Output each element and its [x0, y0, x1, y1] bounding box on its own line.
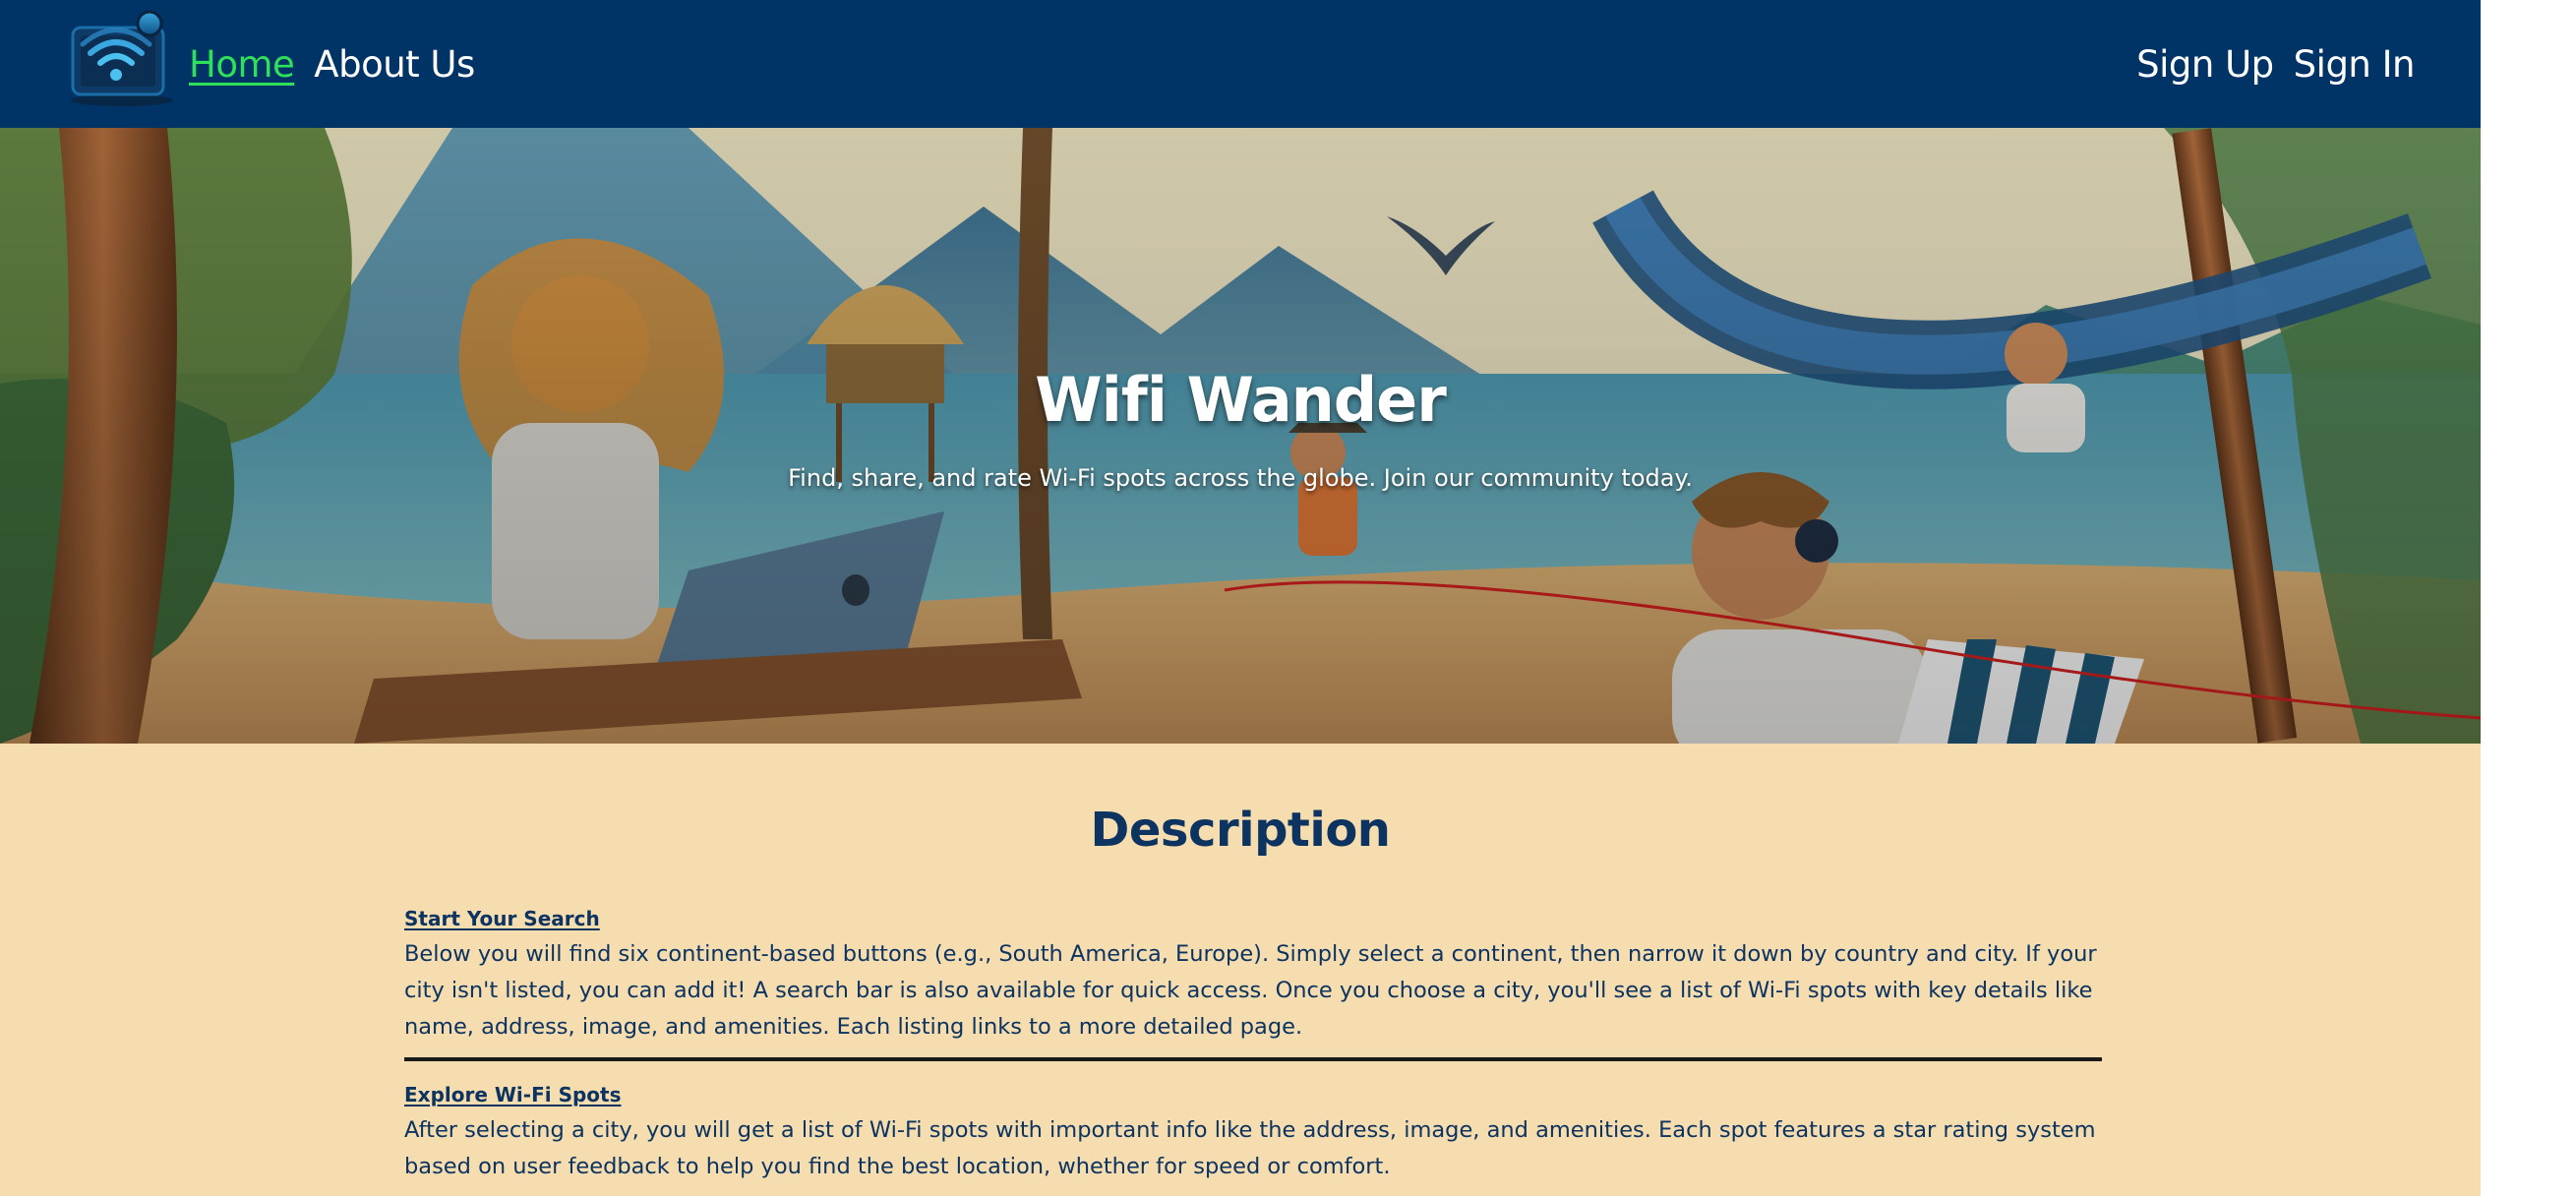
explore-wifi-spots-title: Explore Wi-Fi Spots [404, 1083, 622, 1106]
nav-about-us-link[interactable]: About Us [314, 43, 475, 86]
nav-home-link[interactable]: Home [189, 43, 295, 86]
hero-subtitle: Find, share, and rate Wi-Fi spots across… [788, 464, 1693, 492]
hero-banner: Wifi Wander Find, share, and rate Wi-Fi … [0, 128, 2481, 744]
wifi-laptop-logo-icon[interactable] [67, 10, 177, 108]
description-item: Start Your Search Below you will find si… [404, 901, 2102, 1061]
description-body: Start Your Search Below you will find si… [404, 901, 2102, 1196]
sign-in-link[interactable]: Sign In [2294, 43, 2416, 86]
sign-up-link[interactable]: Sign Up [2136, 43, 2274, 86]
start-your-search-title: Start Your Search [404, 907, 600, 930]
description-section: Description Start Your Search Below you … [0, 744, 2481, 1196]
page: Home About Us Sign Up Sign In Wifi Wande… [0, 0, 2481, 1196]
explore-wifi-spots-text: After selecting a city, you will get a l… [404, 1117, 2096, 1179]
description-item: Explore Wi-Fi Spots After selecting a ci… [404, 1077, 2102, 1196]
description-heading: Description [1090, 803, 1391, 858]
navbar: Home About Us Sign Up Sign In [0, 0, 2481, 128]
hero-illustration [0, 128, 2481, 744]
nav-left: Home About Us [189, 0, 475, 128]
start-your-search-text: Below you will find six continent-based … [404, 941, 2097, 1040]
nav-right: Sign Up Sign In [2136, 0, 2415, 128]
hero-title: Wifi Wander [1035, 364, 1447, 436]
